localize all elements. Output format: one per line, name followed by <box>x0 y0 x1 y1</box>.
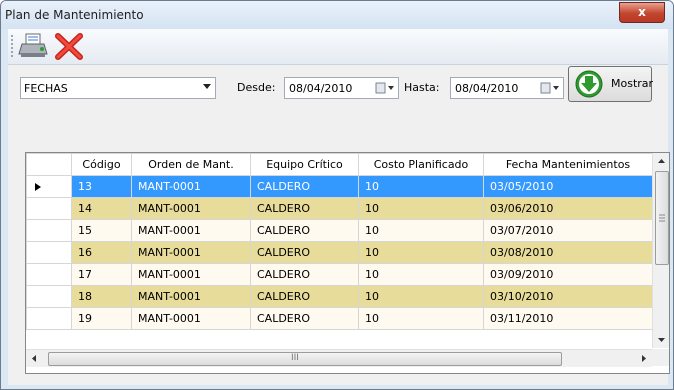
cell-costo[interactable]: 10 <box>358 241 484 264</box>
cell-fecha[interactable]: 03/09/2010 <box>483 263 653 286</box>
filter-type-dropdown[interactable]: FECHAS <box>20 77 216 99</box>
cell-equipo[interactable]: CALDERO <box>250 175 359 198</box>
cell-costo[interactable]: 10 <box>358 219 484 242</box>
cell-orden[interactable]: MANT-0001 <box>131 307 251 330</box>
cell-fecha[interactable]: 03/05/2010 <box>483 175 653 198</box>
window-title: Plan de Mantenimiento <box>5 8 144 22</box>
row-header-corner[interactable] <box>26 153 72 176</box>
cell-codigo[interactable]: 17 <box>71 263 132 286</box>
horizontal-scrollbar[interactable]: III <box>26 349 652 367</box>
cell-orden[interactable]: MANT-0001 <box>131 263 251 286</box>
row-header[interactable] <box>26 197 72 220</box>
row-header[interactable] <box>26 285 72 308</box>
cell-codigo[interactable]: 16 <box>71 241 132 264</box>
cell-orden[interactable]: MANT-0001 <box>131 197 251 220</box>
mostrar-button[interactable]: Mostrar <box>568 66 654 102</box>
cell-equipo[interactable]: CALDERO <box>250 241 359 264</box>
row-header[interactable] <box>26 263 72 286</box>
header-row: Código Orden de Mant. Equipo Crítico Cos… <box>26 153 653 176</box>
cell-equipo[interactable]: CALDERO <box>250 285 359 308</box>
printer-icon <box>18 33 48 57</box>
cell-fecha[interactable]: 03/11/2010 <box>483 307 653 330</box>
cell-fecha[interactable]: 03/07/2010 <box>483 219 653 242</box>
cell-orden[interactable]: MANT-0001 <box>131 241 251 264</box>
cell-codigo[interactable]: 18 <box>71 285 132 308</box>
cell-costo[interactable]: 10 <box>358 285 484 308</box>
row-header[interactable] <box>26 219 72 242</box>
chevron-down-icon[interactable] <box>203 84 211 89</box>
cell-codigo[interactable]: 13 <box>71 175 132 198</box>
cell-costo[interactable]: 10 <box>358 197 484 220</box>
scroll-up-icon[interactable] <box>653 153 670 169</box>
cell-equipo[interactable]: CALDERO <box>250 219 359 242</box>
arrow-down-circle-icon <box>575 70 603 98</box>
table-row[interactable]: 19 MANT-0001 CALDERO 10 03/11/2010 <box>26 307 653 330</box>
cell-equipo[interactable]: CALDERO <box>250 197 359 220</box>
desde-label: Desde: <box>237 81 276 94</box>
cell-equipo[interactable]: CALDERO <box>250 263 359 286</box>
column-header-equipo[interactable]: Equipo Crítico <box>250 153 359 176</box>
row-header[interactable] <box>26 241 72 264</box>
cell-fecha[interactable]: 03/08/2010 <box>483 241 653 264</box>
hasta-date-picker[interactable]: 08/04/2010 <box>450 77 564 99</box>
grid-table: Código Orden de Mant. Equipo Crítico Cos… <box>26 153 653 330</box>
cell-costo[interactable]: 10 <box>358 307 484 330</box>
row-header[interactable] <box>26 307 72 330</box>
cell-codigo[interactable]: 19 <box>71 307 132 330</box>
row-header[interactable] <box>26 175 72 198</box>
table-row[interactable]: 16 MANT-0001 CALDERO 10 03/08/2010 <box>26 241 653 264</box>
close-button[interactable]: x <box>619 2 665 23</box>
horizontal-scroll-thumb[interactable]: III <box>48 352 562 366</box>
hasta-label: Hasta: <box>404 81 440 94</box>
grip-icon <box>659 214 665 222</box>
mostrar-label: Mostrar <box>611 77 654 90</box>
cell-orden[interactable]: MANT-0001 <box>131 219 251 242</box>
column-header-codigo[interactable]: Código <box>71 153 132 176</box>
cell-costo[interactable]: 10 <box>358 263 484 286</box>
column-header-fecha[interactable]: Fecha Mantenimientos <box>483 153 653 176</box>
column-header-orden[interactable]: Orden de Mant. <box>131 153 251 176</box>
vertical-scroll-thumb[interactable] <box>655 171 669 265</box>
filter-type-value: FECHAS <box>24 82 68 95</box>
hasta-date-value[interactable]: 08/04/2010 <box>455 82 518 95</box>
calendar-dropdown-icon[interactable] <box>540 81 560 95</box>
data-grid[interactable]: Código Orden de Mant. Equipo Crítico Cos… <box>25 152 670 374</box>
red-x-icon <box>55 33 83 60</box>
desde-date-picker[interactable]: 08/04/2010 <box>284 77 399 99</box>
cell-equipo[interactable]: CALDERO <box>250 307 359 330</box>
scroll-right-icon[interactable] <box>636 350 652 367</box>
scroll-down-icon[interactable] <box>653 332 670 348</box>
scroll-left-icon[interactable] <box>26 350 42 367</box>
calendar-dropdown-icon[interactable] <box>375 81 395 95</box>
table-row[interactable]: 15 MANT-0001 CALDERO 10 03/07/2010 <box>26 219 653 242</box>
table-row[interactable]: 14 MANT-0001 CALDERO 10 03/06/2010 <box>26 197 653 220</box>
scroll-grip: III <box>291 353 299 363</box>
toolbar <box>8 29 668 65</box>
title-bar[interactable]: Plan de Mantenimiento x <box>1 1 673 29</box>
cell-fecha[interactable]: 03/06/2010 <box>483 197 653 220</box>
cell-codigo[interactable]: 14 <box>71 197 132 220</box>
column-header-costo[interactable]: Costo Planificado <box>358 153 484 176</box>
scroll-corner <box>652 349 669 366</box>
cell-costo[interactable]: 10 <box>358 175 484 198</box>
toolbar-grip[interactable] <box>11 35 15 57</box>
table-row[interactable]: 18 MANT-0001 CALDERO 10 03/10/2010 <box>26 285 653 308</box>
cell-orden[interactable]: MANT-0001 <box>131 175 251 198</box>
cancel-button[interactable] <box>53 32 85 60</box>
vertical-scrollbar[interactable] <box>652 153 670 348</box>
cell-fecha[interactable]: 03/10/2010 <box>483 285 653 308</box>
cell-orden[interactable]: MANT-0001 <box>131 285 251 308</box>
table-row[interactable]: 17 MANT-0001 CALDERO 10 03/09/2010 <box>26 263 653 286</box>
cell-codigo[interactable]: 15 <box>71 219 132 242</box>
desde-date-value[interactable]: 08/04/2010 <box>289 82 352 95</box>
print-button[interactable] <box>18 32 50 60</box>
table-row[interactable]: 13 MANT-0001 CALDERO 10 03/05/2010 <box>26 175 653 198</box>
current-row-arrow-icon <box>35 183 41 191</box>
